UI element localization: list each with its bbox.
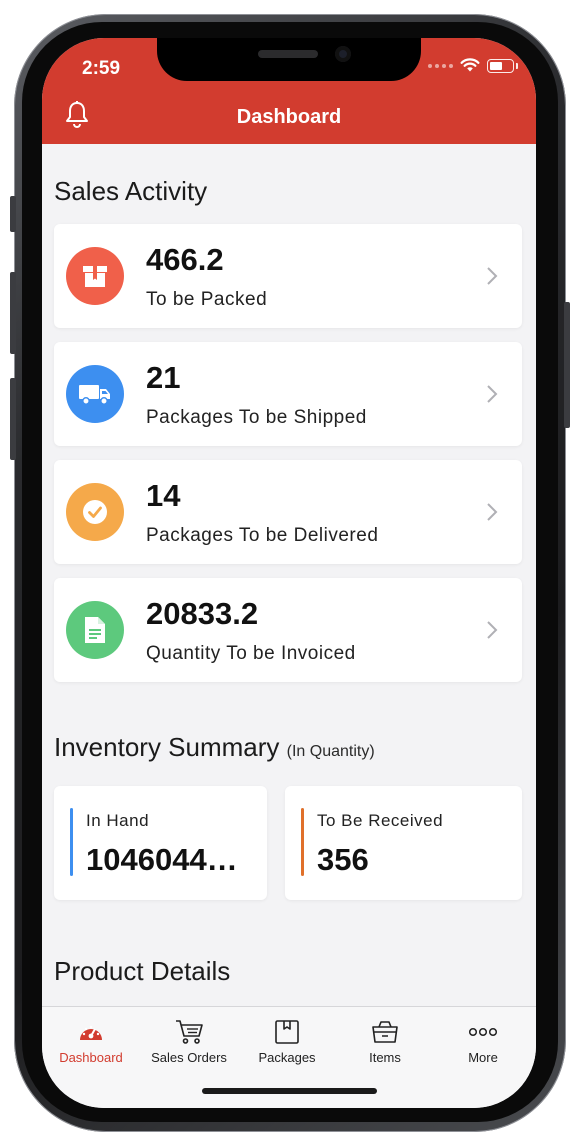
- truck-icon: [66, 365, 124, 423]
- tab-more[interactable]: More: [434, 1007, 532, 1077]
- accent-bar: [70, 808, 73, 876]
- accent-bar: [301, 808, 304, 876]
- inventory-summary-title: Inventory Summary (In Quantity): [54, 732, 375, 763]
- battery-icon: [487, 58, 518, 73]
- inventory-value: 1046044…: [86, 842, 238, 877]
- wifi-icon: [460, 58, 480, 72]
- inventory-summary-subtitle: (In Quantity): [286, 743, 375, 760]
- status-time: 2:59: [82, 58, 121, 79]
- more-icon: [434, 1017, 532, 1047]
- activity-value: 20833.2: [146, 596, 259, 631]
- gauge-icon: [42, 1017, 140, 1047]
- volume-up-button: [10, 272, 16, 354]
- app-header: 2:59 Dashboard: [42, 38, 536, 144]
- notch: [157, 38, 421, 81]
- inventory-card-in-hand[interactable]: In Hand 1046044…: [54, 786, 267, 900]
- speaker: [258, 50, 318, 58]
- product-details-title: Product Details: [54, 956, 231, 986]
- activity-card-to-be-packed[interactable]: 466.2 To be Packed: [54, 224, 522, 328]
- activity-card-to-be-shipped[interactable]: 21 Packages To be Shipped: [54, 342, 522, 446]
- tab-dashboard[interactable]: Dashboard: [42, 1007, 140, 1077]
- inventory-summary-heading: Inventory Summary: [54, 732, 280, 762]
- activity-value: 21: [146, 360, 181, 395]
- chevron-right-icon: [487, 621, 498, 639]
- activity-label: Packages To be Delivered: [146, 525, 379, 546]
- basket-icon: [336, 1017, 434, 1047]
- tab-label: Items: [369, 1050, 401, 1065]
- check-badge-icon: [66, 483, 124, 541]
- chevron-right-icon: [487, 385, 498, 403]
- front-camera: [335, 46, 351, 62]
- inventory-card-to-be-received[interactable]: To Be Received 356: [285, 786, 522, 900]
- activity-value: 466.2: [146, 242, 224, 277]
- inventory-label: In Hand: [86, 811, 150, 830]
- tab-label: Dashboard: [59, 1050, 123, 1065]
- power-button: [564, 302, 570, 428]
- chevron-right-icon: [487, 267, 498, 285]
- inventory-value: 356: [317, 842, 369, 877]
- page-title: Dashboard: [236, 106, 342, 128]
- document-icon: [66, 601, 124, 659]
- activity-label: Packages To be Shipped: [146, 407, 367, 428]
- home-indicator[interactable]: [202, 1088, 377, 1094]
- mute-switch: [10, 196, 16, 232]
- activity-label: To be Packed: [146, 289, 268, 310]
- status-indicators: [428, 58, 518, 73]
- tab-label: Sales Orders: [151, 1050, 227, 1065]
- activity-label: Quantity To be Invoiced: [146, 643, 356, 664]
- cart-icon: [140, 1017, 238, 1047]
- activity-card-to-be-invoiced[interactable]: 20833.2 Quantity To be Invoiced: [54, 578, 522, 682]
- package-icon: [238, 1017, 336, 1047]
- tab-packages[interactable]: Packages: [238, 1007, 336, 1077]
- chevron-right-icon: [487, 503, 498, 521]
- activity-value: 14: [146, 478, 181, 513]
- sales-activity-title: Sales Activity: [54, 176, 208, 206]
- activity-card-to-be-delivered[interactable]: 14 Packages To be Delivered: [54, 460, 522, 564]
- app-screen: 2:59 Dashboard Sales Activity 466.2 To b…: [42, 38, 536, 1108]
- tab-label: More: [468, 1050, 498, 1065]
- inventory-label: To Be Received: [317, 811, 444, 830]
- tab-sales-orders[interactable]: Sales Orders: [140, 1007, 238, 1077]
- volume-down-button: [10, 378, 16, 460]
- tab-label: Packages: [258, 1050, 316, 1065]
- cellular-signal-icon: [428, 63, 453, 68]
- tab-items[interactable]: Items: [336, 1007, 434, 1077]
- box-icon: [66, 247, 124, 305]
